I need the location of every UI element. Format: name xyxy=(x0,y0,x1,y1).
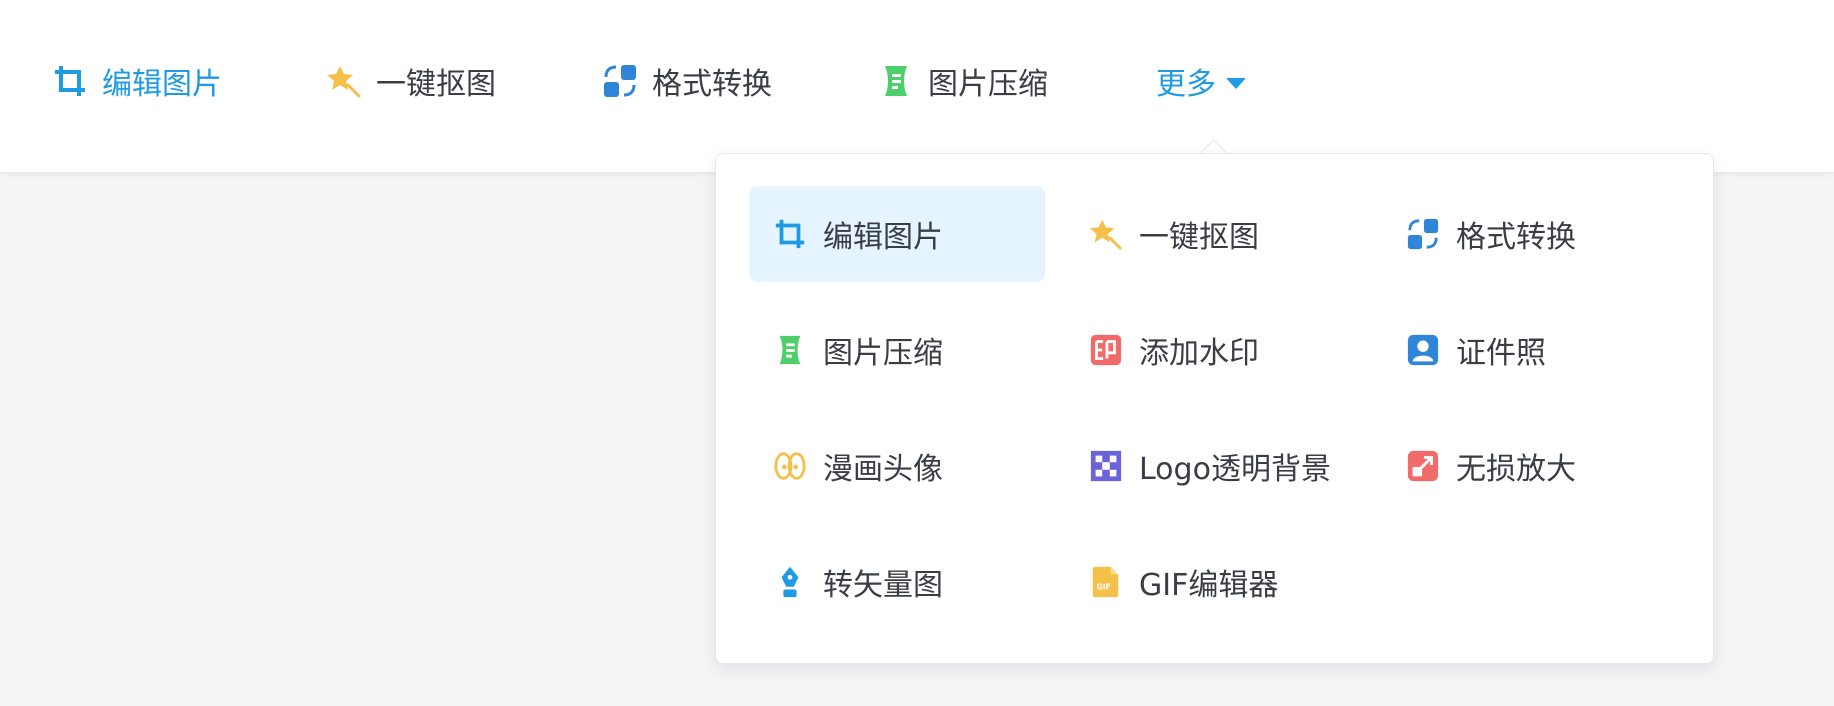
more-dropdown-menu: 编辑图片 一键抠图 格式转换 图片压缩 添加水印 证件照 漫画头像 Logo透明… xyxy=(715,153,1714,664)
top-navigation-bar: 编辑图片 一键抠图 格式转换 图片压缩 更多 xyxy=(0,0,1834,172)
cartoon-avatar-icon xyxy=(774,452,806,480)
menu-item-label: 漫画头像 xyxy=(823,452,943,487)
menu-item-gif-editor[interactable]: GIF GIF编辑器 xyxy=(1065,534,1361,630)
menu-item-compress[interactable]: 图片压缩 xyxy=(749,302,1045,398)
upscale-icon xyxy=(1407,450,1439,482)
menu-item-label: 一键抠图 xyxy=(1139,220,1259,255)
crop-icon xyxy=(775,219,805,249)
more-label: 更多 xyxy=(1156,67,1216,102)
magic-wand-icon xyxy=(1089,219,1122,250)
format-convert-icon xyxy=(1407,218,1439,250)
svg-text:GIF: GIF xyxy=(1097,583,1111,592)
nav-format-convert[interactable]: 格式转换 xyxy=(602,56,772,106)
caret-down-icon xyxy=(1226,77,1246,89)
menu-item-label: 格式转换 xyxy=(1456,220,1576,255)
format-convert-icon xyxy=(604,65,636,97)
compress-icon xyxy=(779,335,801,365)
menu-item-label: 证件照 xyxy=(1456,336,1546,371)
nav-more-dropdown[interactable]: 更多 xyxy=(1156,56,1246,106)
menu-item-edit-image[interactable]: 编辑图片 xyxy=(749,186,1045,282)
menu-item-label: 无损放大 xyxy=(1456,452,1576,487)
menu-item-format-convert[interactable]: 格式转换 xyxy=(1382,186,1678,282)
menu-item-upscale[interactable]: 无损放大 xyxy=(1382,418,1678,514)
menu-item-cartoon-avatar[interactable]: 漫画头像 xyxy=(749,418,1045,514)
magic-wand-icon xyxy=(327,66,361,98)
menu-item-vectorize[interactable]: 转矢量图 xyxy=(749,534,1045,630)
menu-item-watermark[interactable]: 添加水印 xyxy=(1065,302,1361,398)
compress-icon xyxy=(885,66,907,96)
nav-compress[interactable]: 图片压缩 xyxy=(878,56,1048,106)
menu-item-logo-transparent[interactable]: Logo透明背景 xyxy=(1065,418,1361,514)
nav-edit-image[interactable]: 编辑图片 xyxy=(52,56,222,106)
menu-item-cutout[interactable]: 一键抠图 xyxy=(1065,186,1361,282)
crop-icon xyxy=(55,66,85,96)
menu-item-label: 图片压缩 xyxy=(823,336,943,371)
menu-item-label: Logo透明背景 xyxy=(1139,452,1331,487)
gif-file-icon: GIF xyxy=(1092,566,1119,598)
watermark-icon xyxy=(1090,334,1122,366)
nav-label: 图片压缩 xyxy=(928,67,1048,102)
transparent-background-icon xyxy=(1090,450,1122,482)
menu-item-label: GIF编辑器 xyxy=(1139,568,1279,603)
vector-pen-icon xyxy=(781,566,799,598)
menu-item-id-photo[interactable]: 证件照 xyxy=(1382,302,1678,398)
id-photo-icon xyxy=(1407,334,1439,366)
menu-item-label: 编辑图片 xyxy=(823,220,943,255)
nav-label: 编辑图片 xyxy=(102,67,222,102)
nav-label: 格式转换 xyxy=(652,67,772,102)
nav-label: 一键抠图 xyxy=(376,67,496,102)
nav-cutout[interactable]: 一键抠图 xyxy=(326,56,496,106)
menu-item-label: 添加水印 xyxy=(1139,336,1259,371)
menu-item-label: 转矢量图 xyxy=(823,568,943,603)
